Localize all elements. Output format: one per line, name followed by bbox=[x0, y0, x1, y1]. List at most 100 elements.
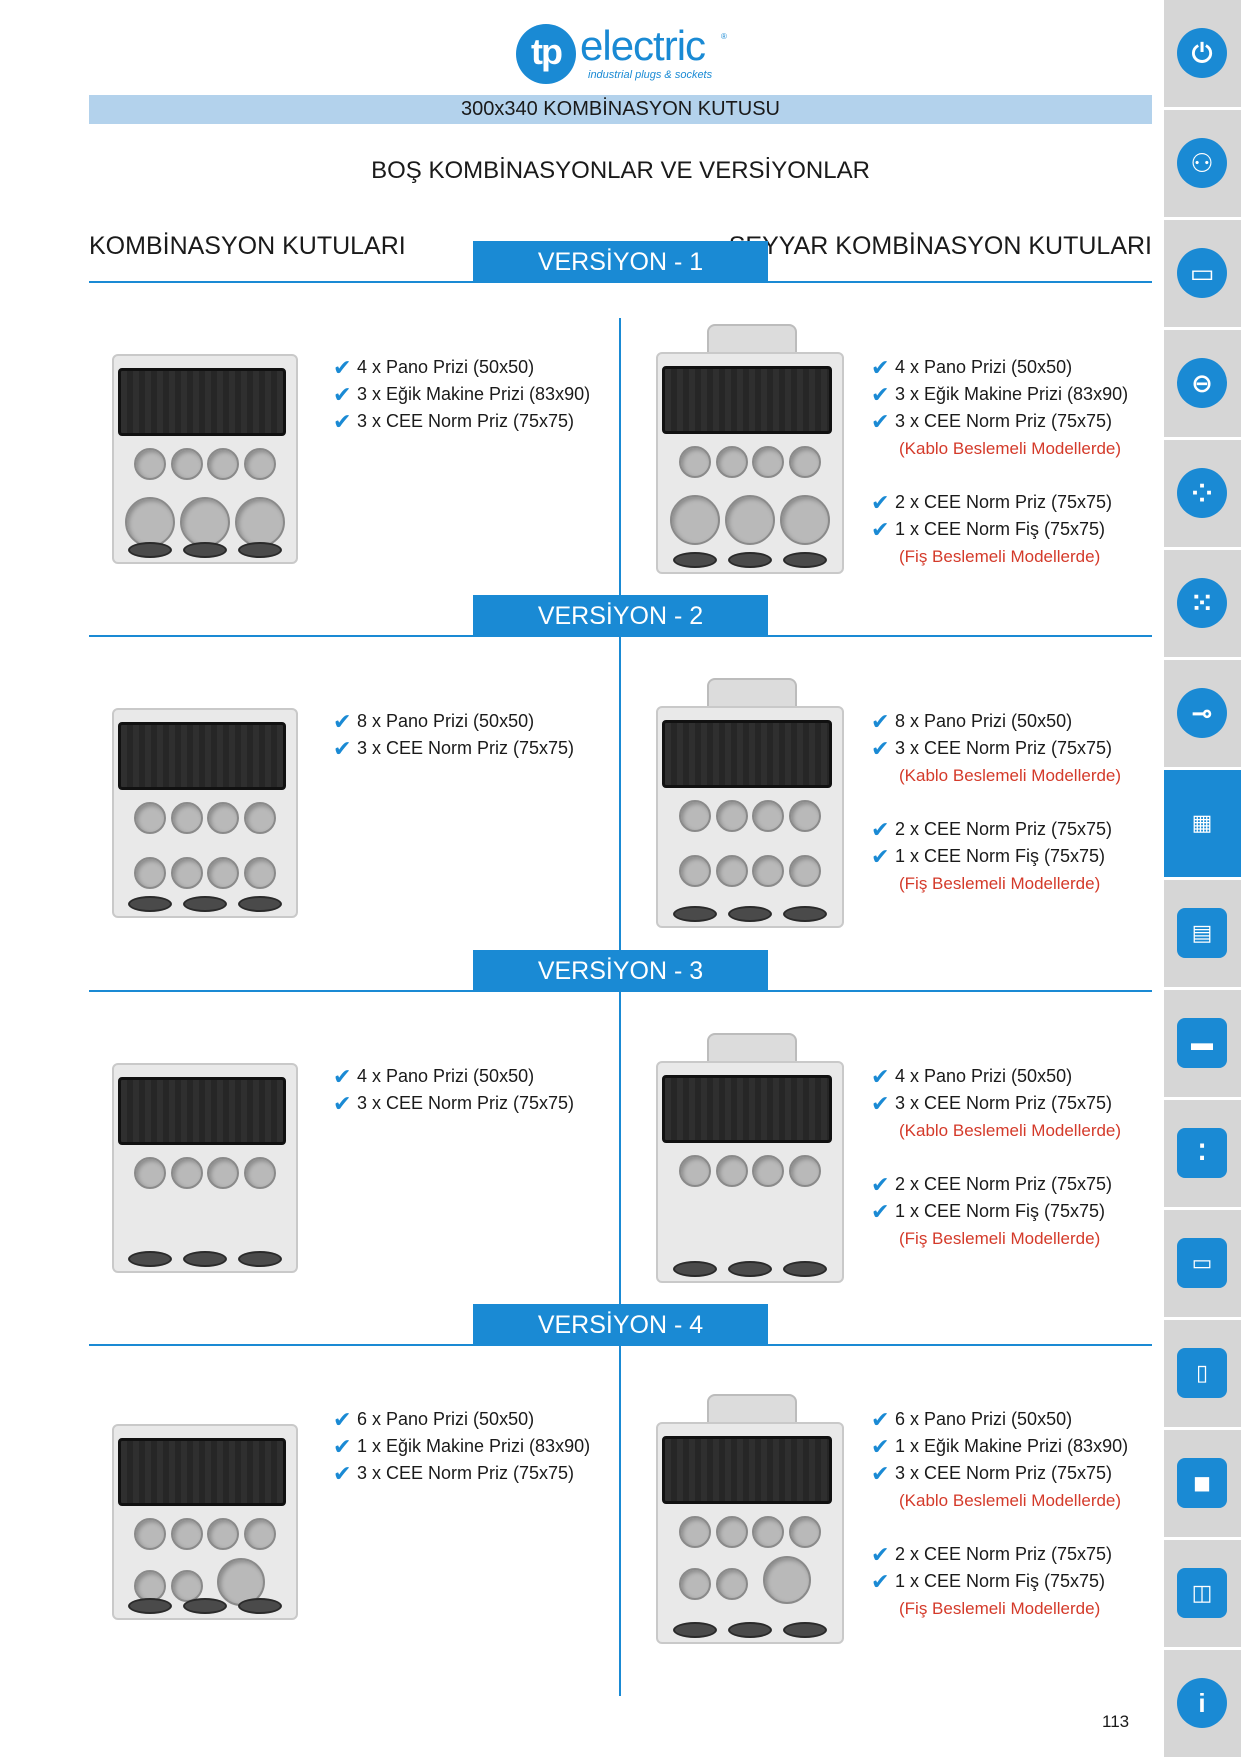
sidebar-item[interactable]: ▤ bbox=[1164, 880, 1241, 990]
info-icon: i bbox=[1177, 1678, 1227, 1728]
checkmark-icon: ✔ bbox=[871, 1461, 890, 1486]
socket-cutout-50 bbox=[170, 802, 203, 834]
socket-cutout-50 bbox=[170, 1157, 203, 1189]
spacer bbox=[871, 1514, 1128, 1541]
spec-text: 1 x Eğik Makine Prizi (83x90) bbox=[895, 1436, 1129, 1456]
right-spec-list: ✔ 6 x Pano Prizi (50x50) ✔ 1 x Eğik Makine … bbox=[871, 1406, 1128, 1622]
spec-text: 3 x CEE Norm Priz (75x75) bbox=[895, 738, 1113, 758]
socket-cutout-50 bbox=[243, 448, 276, 480]
spec-item: ✔ 3 x CEE Norm Priz (75x75) bbox=[871, 1090, 1121, 1117]
portable-combination-box-image bbox=[652, 1394, 848, 1644]
socket-cutout-83 bbox=[780, 495, 831, 545]
spec-text: 8 x Pano Prizi (50x50) bbox=[895, 711, 1073, 731]
sidebar-item[interactable]: ▭ bbox=[1164, 220, 1241, 330]
spec-text: 3 x CEE Norm Priz (75x75) bbox=[895, 1463, 1113, 1483]
checkmark-icon: ✔ bbox=[333, 736, 352, 761]
enclosure-icon: ▭ bbox=[1177, 1238, 1227, 1288]
sidebar-item[interactable]: i bbox=[1164, 1650, 1241, 1760]
sidebar-item[interactable]: ▦ bbox=[1164, 770, 1241, 880]
spec-text: 6 x Pano Prizi (50x50) bbox=[895, 1409, 1073, 1429]
checkmark-icon: ✔ bbox=[871, 1434, 890, 1459]
spec-item: ✔ 3 x CEE Norm Priz (75x75) bbox=[333, 408, 590, 435]
socket-cutout-50 bbox=[678, 855, 711, 887]
socket-cutout-50 bbox=[243, 1157, 276, 1189]
section-rule bbox=[89, 1344, 1152, 1346]
socket-cutout-50 bbox=[170, 1570, 203, 1602]
sidebar-item[interactable]: ⊸ bbox=[1164, 660, 1241, 770]
socket-cutout-83 bbox=[234, 497, 285, 547]
left-spec-list: ✔ 4 x Pano Prizi (50x50) ✔ 3 x Eğik Makine … bbox=[333, 354, 590, 435]
socket-cutout-50 bbox=[678, 446, 711, 478]
combination-box-image bbox=[108, 708, 302, 918]
spec-text: 3 x CEE Norm Priz (75x75) bbox=[895, 411, 1113, 431]
socket-cutout-50 bbox=[170, 857, 203, 889]
socket-cutout-83 bbox=[762, 1556, 811, 1604]
cable-gland bbox=[183, 1598, 227, 1614]
sidebar-item[interactable]: ⁚ bbox=[1164, 1100, 1241, 1210]
spec-item: ✔ 4 x Pano Prizi (50x50) bbox=[333, 1063, 574, 1090]
socket-icon: ⚇ bbox=[1177, 138, 1227, 188]
round-connector-icon: ⊖ bbox=[1177, 358, 1227, 408]
checkmark-icon: ✔ bbox=[333, 1434, 352, 1459]
plug-icon: ⏻ bbox=[1177, 28, 1227, 78]
transparent-cover bbox=[118, 1077, 286, 1145]
socket-cutout-50 bbox=[715, 855, 748, 887]
sidebar-item[interactable]: ⚇ bbox=[1164, 110, 1241, 220]
logo-wordmark: electric bbox=[580, 22, 706, 69]
spec-text: 1 x Eğik Makine Prizi (83x90) bbox=[357, 1436, 591, 1456]
right-spec-list: ✔ 8 x Pano Prizi (50x50) ✔ 3 x CEE Norm Pri… bbox=[871, 708, 1121, 897]
spec-item: ✔ 3 x CEE Norm Priz (75x75) bbox=[333, 735, 574, 762]
socket-cutout-50 bbox=[243, 857, 276, 889]
spacer bbox=[871, 789, 1121, 816]
spec-text: 3 x CEE Norm Priz (75x75) bbox=[357, 1093, 575, 1113]
spec-item: ✔ 3 x Eğik Makine Prizi (83x90) bbox=[871, 381, 1128, 408]
socket-cutout-50 bbox=[715, 800, 748, 832]
spec-note: (Fiş Beslemeli Modellerde) bbox=[899, 547, 1101, 566]
sidebar-item[interactable]: ▬ bbox=[1164, 990, 1241, 1100]
version-tab: VERSİYON - 2 bbox=[473, 595, 768, 636]
checkmark-icon: ✔ bbox=[333, 1064, 352, 1089]
socket-cutout-50 bbox=[678, 1568, 711, 1600]
spec-text: 2 x CEE Norm Priz (75x75) bbox=[895, 819, 1113, 839]
sidebar-item[interactable]: ◫ bbox=[1164, 1540, 1241, 1650]
sidebar-item[interactable]: ◼ bbox=[1164, 1430, 1241, 1540]
junction-icon: ◼ bbox=[1177, 1458, 1227, 1508]
spec-item: ✔ 6 x Pano Prizi (50x50) bbox=[871, 1406, 1128, 1433]
spec-item: ✔ 3 x CEE Norm Priz (75x75) bbox=[871, 735, 1121, 762]
sidebar-item[interactable]: ⁘ bbox=[1164, 440, 1241, 550]
spec-item: ✔ 2 x CEE Norm Priz (75x75) bbox=[871, 1171, 1121, 1198]
cable-gland bbox=[183, 542, 227, 558]
checkmark-icon: ✔ bbox=[333, 1091, 352, 1116]
left-spec-list: ✔ 8 x Pano Prizi (50x50) ✔ 3 x CEE Norm Pri… bbox=[333, 708, 574, 762]
socket-cutout-50 bbox=[243, 802, 276, 834]
socket-cutout-50 bbox=[789, 800, 822, 832]
sidebar-item[interactable]: ▯ bbox=[1164, 1320, 1241, 1430]
spec-item: ✔ 2 x CEE Norm Priz (75x75) bbox=[871, 489, 1128, 516]
sidebar-item[interactable]: ▭ bbox=[1164, 1210, 1241, 1320]
spec-item: ✔ 6 x Pano Prizi (50x50) bbox=[333, 1406, 590, 1433]
checkmark-icon: ✔ bbox=[333, 709, 352, 734]
section-rule bbox=[89, 281, 1152, 283]
spec-text: 6 x Pano Prizi (50x50) bbox=[357, 1409, 535, 1429]
section-rule bbox=[89, 990, 1152, 992]
seven-pin-socket-icon: ⁙ bbox=[1177, 578, 1227, 628]
checkmark-icon: ✔ bbox=[871, 1091, 890, 1116]
spec-item: ✔ 1 x CEE Norm Fiş (75x75) bbox=[871, 1568, 1128, 1595]
socket-cutout-83 bbox=[669, 495, 720, 545]
distribution-box-icon: ▬ bbox=[1177, 1018, 1227, 1068]
spec-item: ✔ 2 x CEE Norm Priz (75x75) bbox=[871, 816, 1121, 843]
right-column-heading: SEYYAR KOMBİNASYON KUTULARI bbox=[728, 232, 1152, 260]
sidebar-item[interactable]: ⊖ bbox=[1164, 330, 1241, 440]
spec-item: ✔ 4 x Pano Prizi (50x50) bbox=[871, 1063, 1121, 1090]
socket-cutout-50 bbox=[207, 1518, 240, 1550]
left-column-heading: KOMBİNASYON KUTULARI bbox=[89, 232, 406, 260]
spec-text: 2 x CEE Norm Priz (75x75) bbox=[895, 492, 1113, 512]
spec-note: (Kablo Beslemeli Modellerde) bbox=[899, 439, 1122, 458]
spec-text: 3 x CEE Norm Priz (75x75) bbox=[357, 738, 575, 758]
transparent-cover bbox=[118, 368, 286, 436]
socket-cutout-50 bbox=[207, 448, 240, 480]
spec-text: 3 x Eğik Makine Prizi (83x90) bbox=[357, 384, 591, 404]
portable-combination-box-image bbox=[652, 1033, 848, 1283]
sidebar-item[interactable]: ⁙ bbox=[1164, 550, 1241, 660]
sidebar-item[interactable]: ⏻ bbox=[1164, 0, 1241, 110]
